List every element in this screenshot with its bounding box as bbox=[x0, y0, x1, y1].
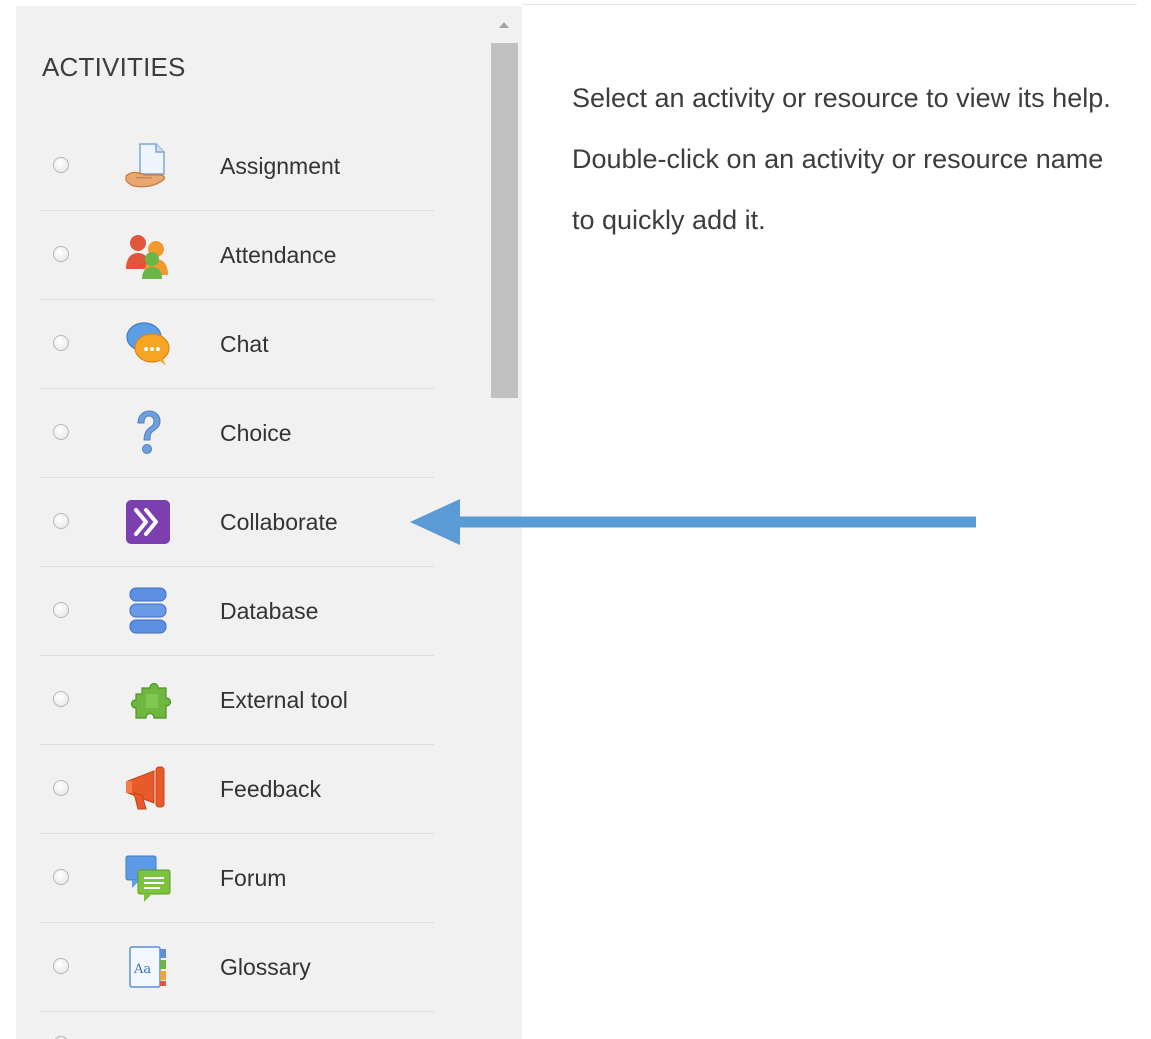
activity-option-feedback[interactable]: Feedback bbox=[40, 745, 434, 834]
scrollbar-thumb[interactable] bbox=[491, 43, 518, 398]
activity-label: External tool bbox=[220, 687, 348, 713]
database-icon bbox=[122, 585, 174, 637]
choice-radio[interactable] bbox=[53, 424, 69, 440]
glossary-radio[interactable] bbox=[53, 958, 69, 974]
activity-option-external-tool[interactable]: External tool bbox=[40, 656, 434, 745]
activity-option-forum[interactable]: Forum bbox=[40, 834, 434, 923]
choice-icon bbox=[122, 407, 174, 459]
external-tool-icon bbox=[122, 674, 174, 726]
activity-label: Collaborate bbox=[220, 509, 338, 535]
svg-text:Aa: Aa bbox=[133, 962, 151, 977]
database-radio[interactable] bbox=[53, 602, 69, 618]
activity-option-assignment[interactable]: Assignment bbox=[40, 122, 434, 211]
collaborate-radio[interactable] bbox=[53, 513, 69, 529]
collaborate-icon bbox=[122, 496, 174, 548]
feedback-icon bbox=[122, 763, 174, 815]
activity-option-glossary[interactable]: Aa Glossary bbox=[40, 923, 434, 1012]
activity-label: Attendance bbox=[220, 242, 337, 268]
activity-chooser: ACTIVITIES Assignment Attendance Chat Ch… bbox=[0, 0, 1151, 1039]
forum-radio[interactable] bbox=[53, 869, 69, 885]
activity-option-database[interactable]: Database bbox=[40, 567, 434, 656]
assignment-radio[interactable] bbox=[53, 157, 69, 173]
activity-option-choice[interactable]: Choice bbox=[40, 389, 434, 478]
activity-label: Feedback bbox=[220, 776, 322, 802]
activity-label: Glossary bbox=[220, 954, 311, 980]
feedback-radio[interactable] bbox=[53, 780, 69, 796]
chat-icon bbox=[122, 318, 174, 370]
chat-radio[interactable] bbox=[53, 335, 69, 351]
activity-option-attendance[interactable]: Attendance bbox=[40, 211, 434, 300]
activity-label: Assignment bbox=[220, 153, 341, 179]
activities-list: Assignment Attendance Chat Choice Collab… bbox=[40, 122, 434, 1012]
activity-option-chat[interactable]: Chat bbox=[40, 300, 434, 389]
forum-icon bbox=[122, 852, 174, 904]
glossary-icon: Aa bbox=[122, 941, 174, 993]
assignment-icon bbox=[122, 140, 174, 192]
scroll-up-arrow-icon[interactable] bbox=[490, 16, 518, 34]
top-divider bbox=[522, 4, 1137, 5]
external-tool-radio[interactable] bbox=[53, 691, 69, 707]
attendance-radio[interactable] bbox=[53, 246, 69, 262]
activity-label: Forum bbox=[220, 865, 287, 891]
activity-label: Database bbox=[220, 598, 319, 624]
activity-help-text: Select an activity or resource to view i… bbox=[572, 83, 1111, 235]
activities-heading: ACTIVITIES bbox=[42, 52, 186, 82]
activity-label: Choice bbox=[220, 420, 292, 446]
attendance-icon bbox=[122, 229, 174, 281]
activity-label: Chat bbox=[220, 331, 269, 357]
activity-option-collaborate[interactable]: Collaborate bbox=[40, 478, 434, 567]
